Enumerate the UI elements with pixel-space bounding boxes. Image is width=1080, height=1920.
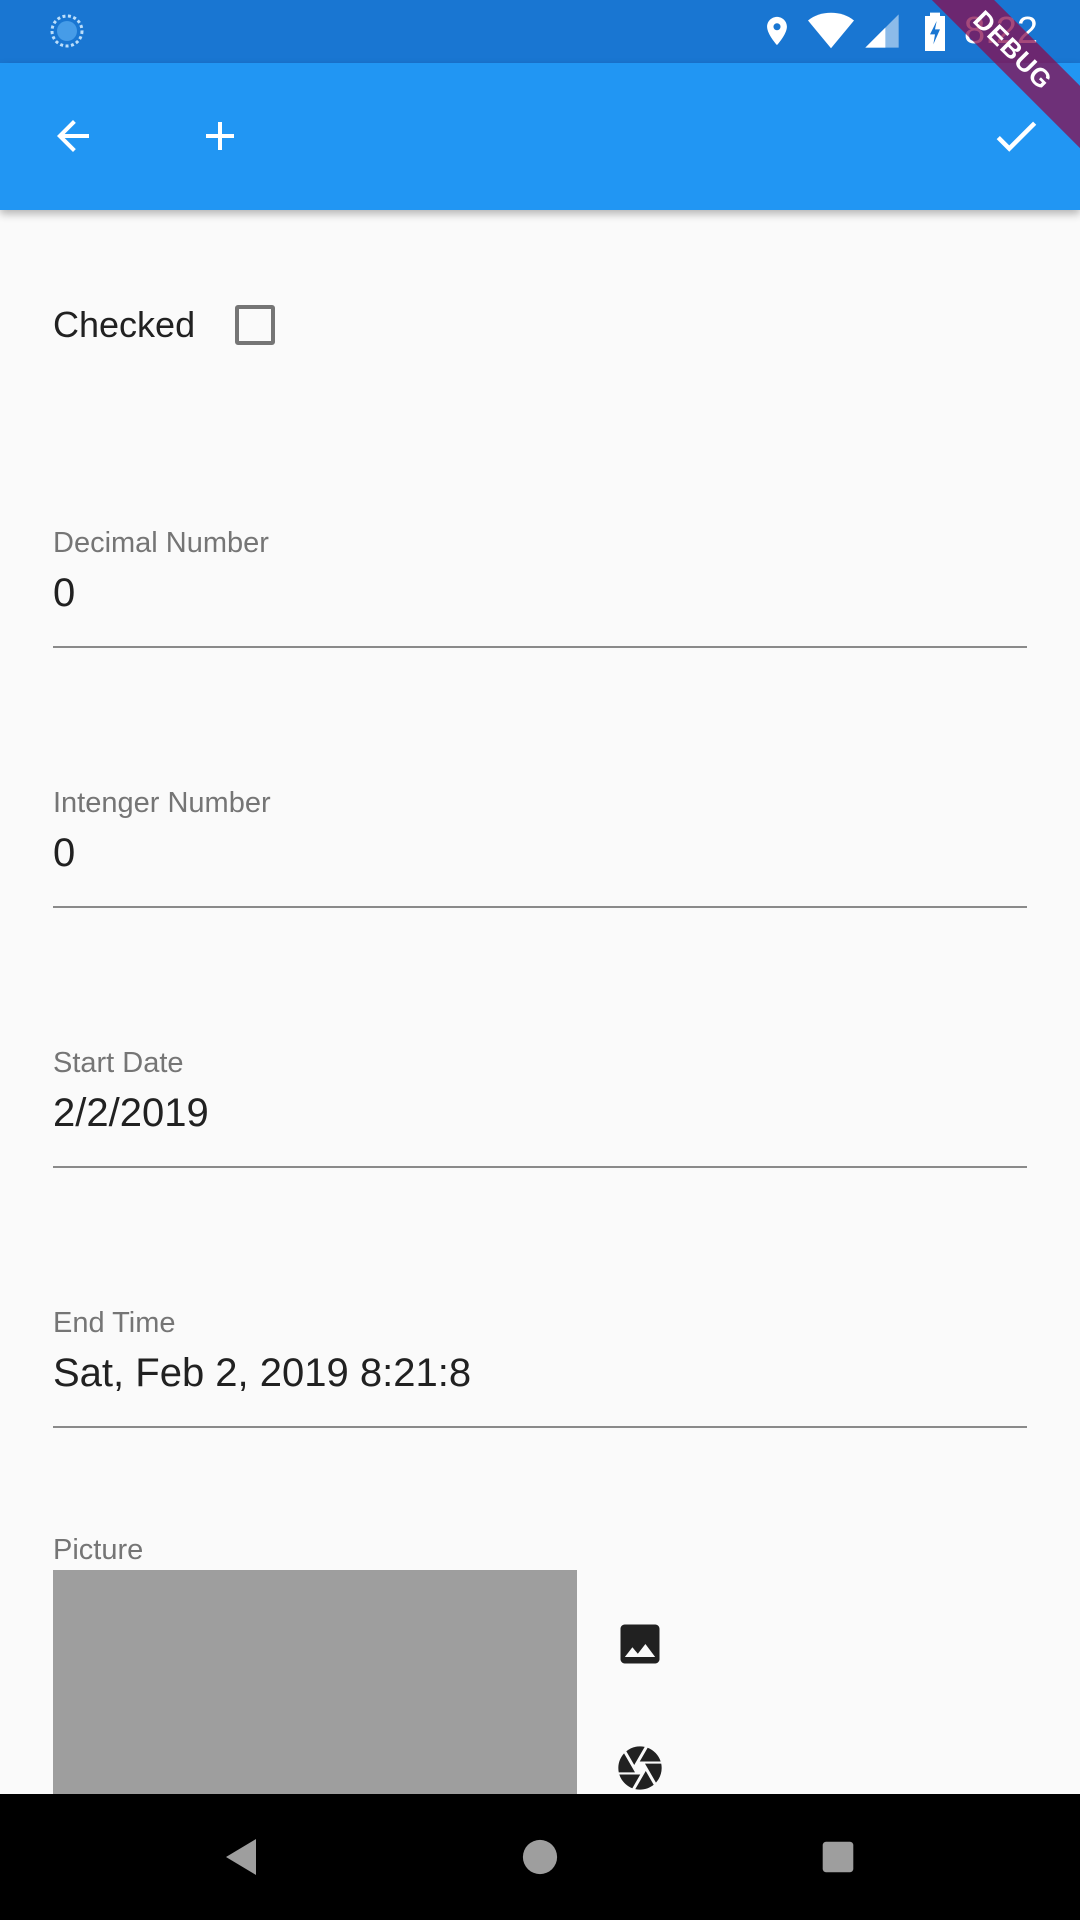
take-photo-button[interactable] bbox=[614, 1742, 666, 1794]
end-time-underline bbox=[53, 1426, 1027, 1428]
integer-number-field[interactable]: Intenger Number 0 bbox=[53, 785, 1027, 908]
start-date-label: Start Date bbox=[53, 1047, 184, 1079]
integer-number-value[interactable]: 0 bbox=[53, 827, 1027, 879]
camera-shutter-icon bbox=[618, 1746, 662, 1790]
end-time-field[interactable]: End Time Sat, Feb 2, 2019 8:21:8 bbox=[53, 1305, 1027, 1428]
nav-back-button[interactable] bbox=[210, 1827, 270, 1887]
decimal-number-field[interactable]: Decimal Number 0 bbox=[53, 525, 1027, 648]
nav-recents-button[interactable] bbox=[808, 1827, 868, 1887]
start-date-field[interactable]: Start Date 2/2/2019 bbox=[53, 1045, 1027, 1168]
picture-preview bbox=[53, 1570, 577, 1810]
pick-gallery-button[interactable] bbox=[614, 1618, 666, 1670]
status-bar: 8:22 bbox=[0, 0, 1080, 63]
location-icon bbox=[767, 16, 787, 46]
checked-checkbox[interactable] bbox=[235, 305, 276, 345]
system-nav-bar bbox=[0, 1794, 1080, 1920]
checked-row: Checked bbox=[53, 295, 276, 355]
save-button[interactable] bbox=[980, 100, 1052, 172]
check-icon bbox=[996, 121, 1037, 152]
app-screen: 8:22 DEBUG Checked Decimal Number 0 bbox=[0, 0, 1080, 1920]
nav-recents-icon bbox=[822, 1841, 854, 1873]
arrow-back-icon bbox=[57, 120, 89, 152]
battery-charging-icon bbox=[925, 12, 945, 51]
end-time-label: End Time bbox=[53, 1307, 176, 1339]
integer-number-underline bbox=[53, 906, 1027, 908]
checked-label: Checked bbox=[53, 304, 196, 345]
add-icon bbox=[206, 122, 234, 150]
loading-spinner-icon bbox=[50, 14, 84, 48]
wifi-icon bbox=[808, 12, 854, 49]
nav-home-icon bbox=[522, 1839, 558, 1875]
end-time-value[interactable]: Sat, Feb 2, 2019 8:21:8 bbox=[53, 1347, 1027, 1399]
back-button[interactable] bbox=[37, 100, 109, 172]
add-button[interactable] bbox=[184, 100, 256, 172]
start-date-value[interactable]: 2/2/2019 bbox=[53, 1087, 1027, 1139]
image-icon bbox=[620, 1624, 660, 1664]
nav-back-icon bbox=[226, 1839, 256, 1875]
cell-signal-icon bbox=[865, 14, 899, 48]
decimal-number-underline bbox=[53, 646, 1027, 648]
decimal-number-value[interactable]: 0 bbox=[53, 567, 1027, 619]
integer-number-label: Intenger Number bbox=[53, 787, 271, 819]
picture-label: Picture bbox=[53, 1534, 144, 1566]
nav-home-button[interactable] bbox=[510, 1827, 570, 1887]
app-bar bbox=[0, 63, 1080, 210]
decimal-number-label: Decimal Number bbox=[53, 527, 269, 559]
start-date-underline bbox=[53, 1166, 1027, 1168]
